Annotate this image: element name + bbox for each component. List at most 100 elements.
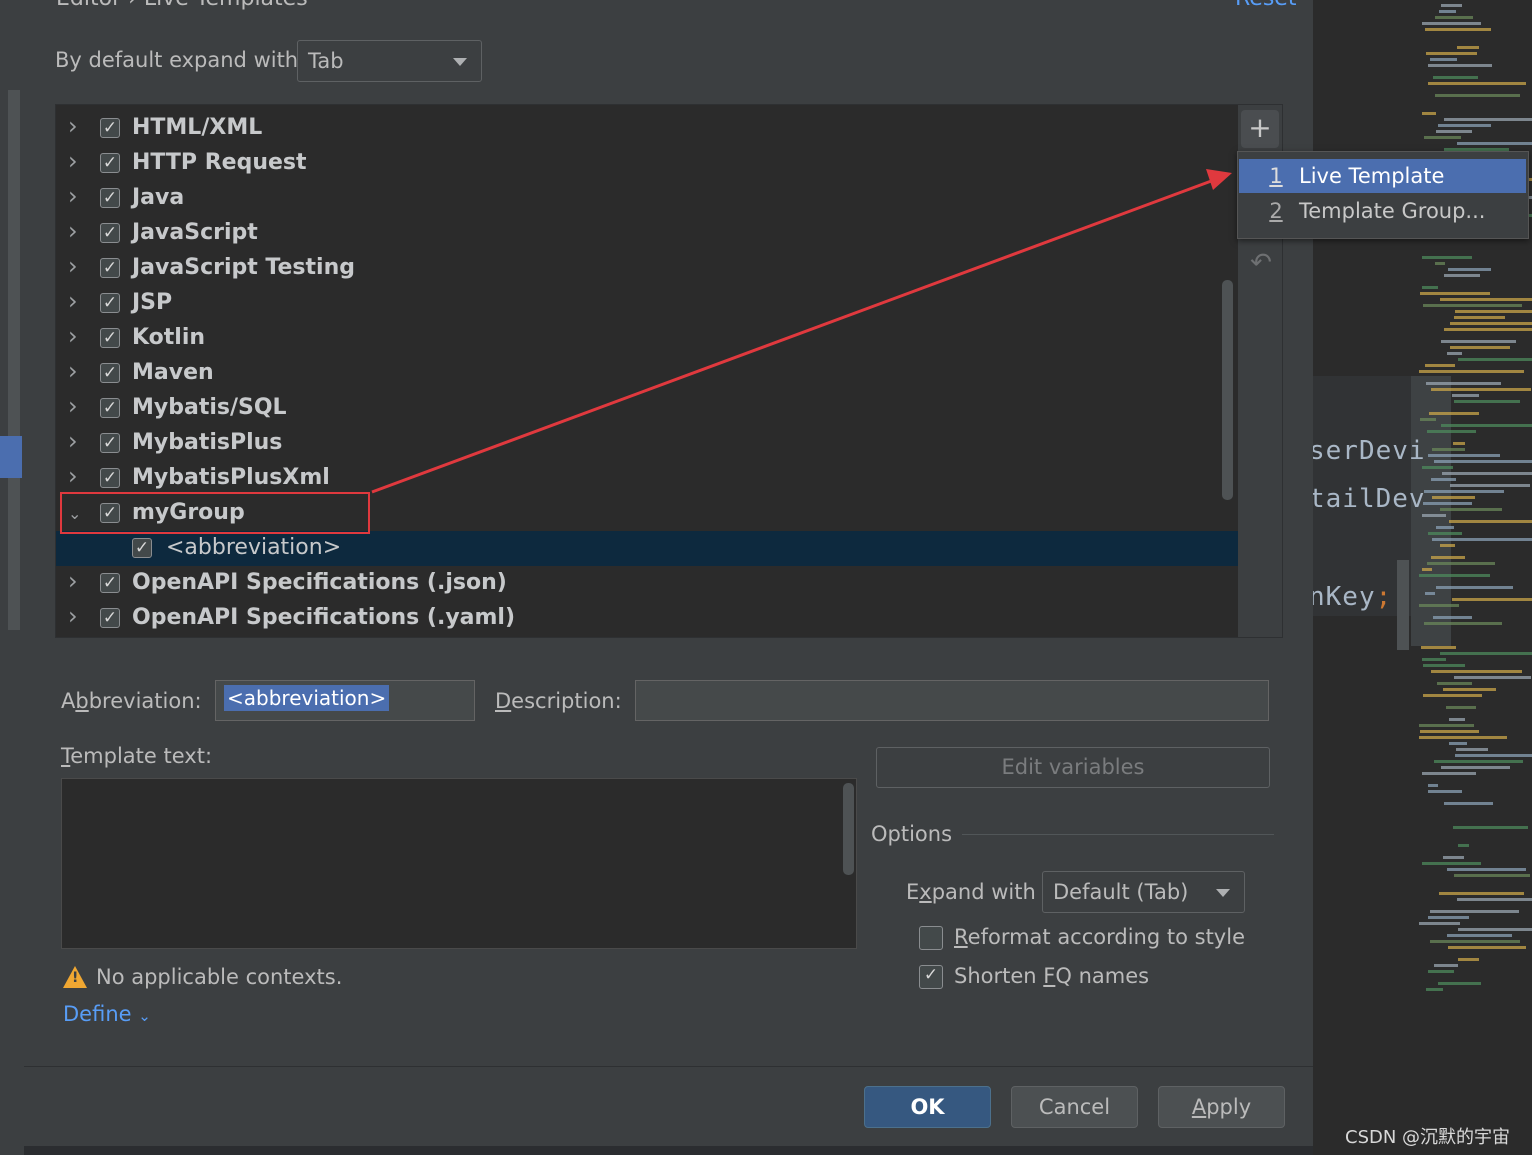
minimap-line <box>1419 922 1460 925</box>
minimap-line <box>1422 256 1472 259</box>
minimap-line <box>1430 910 1519 913</box>
description-input[interactable] <box>635 680 1269 721</box>
edit-variables-button[interactable]: Edit variables <box>876 747 1270 788</box>
minimap-line <box>1422 22 1481 25</box>
minimap-line <box>1422 772 1476 775</box>
code-line: tailDev <box>1313 484 1426 514</box>
minimap-line <box>1425 592 1435 595</box>
minimap-line <box>1419 736 1507 739</box>
minimap-line <box>1447 352 1462 355</box>
minimap-line <box>1428 970 1454 973</box>
minimap-line <box>1454 874 1530 877</box>
minimap-line <box>1442 472 1532 475</box>
label-part: emplate text: <box>70 744 213 768</box>
expand-with-select[interactable]: Default (Tab) <box>1042 871 1245 913</box>
minimap-line <box>1431 388 1531 391</box>
editor-scrollbar[interactable] <box>1397 560 1409 650</box>
minimap-line <box>1452 394 1479 397</box>
minimap-line <box>1432 496 1475 499</box>
minimap-line <box>1447 868 1526 871</box>
minimap-line <box>1449 520 1532 523</box>
code-line: serDevi <box>1313 436 1426 466</box>
minimap-line <box>1449 742 1467 745</box>
add-popup-menu: 1 Live Template 2 Template Group... <box>1237 151 1529 239</box>
label-mnemonic: T <box>61 744 71 768</box>
minimap-line <box>1454 316 1505 319</box>
minimap-line <box>1422 568 1432 571</box>
minimap-line <box>1438 982 1481 985</box>
minimap-line <box>1450 346 1510 349</box>
abbreviation-input[interactable]: <abbreviation> <box>215 680 475 721</box>
minimap-line <box>1420 730 1479 733</box>
minimap-line <box>1428 64 1492 67</box>
minimap-line <box>1454 676 1531 679</box>
minimap-line <box>1435 94 1520 97</box>
minimap-line <box>1434 760 1523 763</box>
minimap-line <box>1453 826 1528 829</box>
label-part: eformat according to style <box>967 925 1245 949</box>
minimap-line <box>1435 16 1473 19</box>
code-line: nKey; <box>1313 582 1392 612</box>
minimap-line <box>1444 802 1493 805</box>
minimap-line <box>1423 694 1482 697</box>
minimap-line <box>1440 508 1502 511</box>
minimap-line <box>1438 124 1491 127</box>
menu-item-label: Template Group... <box>1299 199 1486 223</box>
minimap-line <box>1428 790 1462 793</box>
label-mnemonic: b <box>75 689 89 713</box>
minimap-line <box>1422 658 1446 661</box>
minimap-line <box>1420 418 1436 421</box>
minimap-line <box>1426 52 1477 55</box>
minimap-line <box>1440 652 1532 655</box>
minimap-line <box>1419 724 1474 727</box>
apply-button[interactable]: Apply <box>1158 1086 1285 1128</box>
define-link-label: Define <box>63 1002 132 1026</box>
label-part: breviation: <box>88 689 202 713</box>
minimap-line <box>1441 4 1462 7</box>
cancel-button[interactable]: Cancel <box>1011 1086 1138 1128</box>
minimap-line <box>1422 286 1438 289</box>
minimap-line <box>1456 748 1488 751</box>
minimap-line <box>1449 718 1465 721</box>
label-part: pply <box>1206 1095 1252 1119</box>
label-part: E <box>906 880 920 904</box>
minimap-line <box>1428 82 1526 85</box>
code-semicolon: ; <box>1375 582 1393 612</box>
expand-with-value: Default (Tab) <box>1053 880 1189 904</box>
minimap-line <box>1455 310 1532 313</box>
menu-item-live-template[interactable]: 1 Live Template <box>1239 159 1526 193</box>
minimap-line <box>1422 112 1436 115</box>
label-part: pand with <box>931 880 1036 904</box>
minimap-line <box>1419 574 1490 577</box>
reformat-checkbox[interactable] <box>919 926 943 950</box>
minimap-line <box>1434 964 1458 967</box>
define-link[interactable]: Define ⌄ <box>63 1002 151 1026</box>
minimap-line <box>1437 682 1472 685</box>
minimap-line <box>1439 10 1456 13</box>
reformat-label: Reformat according to style <box>954 925 1245 949</box>
minimap-line <box>1428 784 1438 787</box>
minimap-line <box>1439 892 1524 895</box>
minimap-line <box>1424 136 1461 139</box>
minimap-line <box>1436 130 1472 133</box>
minimap-line <box>1448 946 1526 949</box>
template-text-area[interactable] <box>61 778 857 949</box>
minimap-line <box>1444 328 1532 331</box>
minimap-line <box>1444 274 1480 277</box>
minimap-line <box>1428 532 1462 535</box>
minimap-line <box>1428 916 1469 919</box>
chevron-down-icon <box>1216 889 1230 897</box>
minimap-line <box>1419 604 1459 607</box>
minimap-line <box>1443 856 1464 859</box>
minimap-line <box>1429 412 1479 415</box>
template-text-scrollbar[interactable] <box>843 783 854 875</box>
minimap-line <box>1453 442 1465 445</box>
minimap-line <box>1428 454 1500 457</box>
label-mnemonic: x <box>919 880 932 904</box>
minimap-line <box>1422 514 1446 517</box>
minimap-line <box>1441 766 1510 769</box>
menu-item-template-group[interactable]: 2 Template Group... <box>1239 194 1526 228</box>
ok-button[interactable]: OK <box>864 1086 991 1128</box>
code-text: nKey <box>1313 582 1376 612</box>
shorten-fq-checkbox[interactable]: ✓ <box>919 965 943 989</box>
